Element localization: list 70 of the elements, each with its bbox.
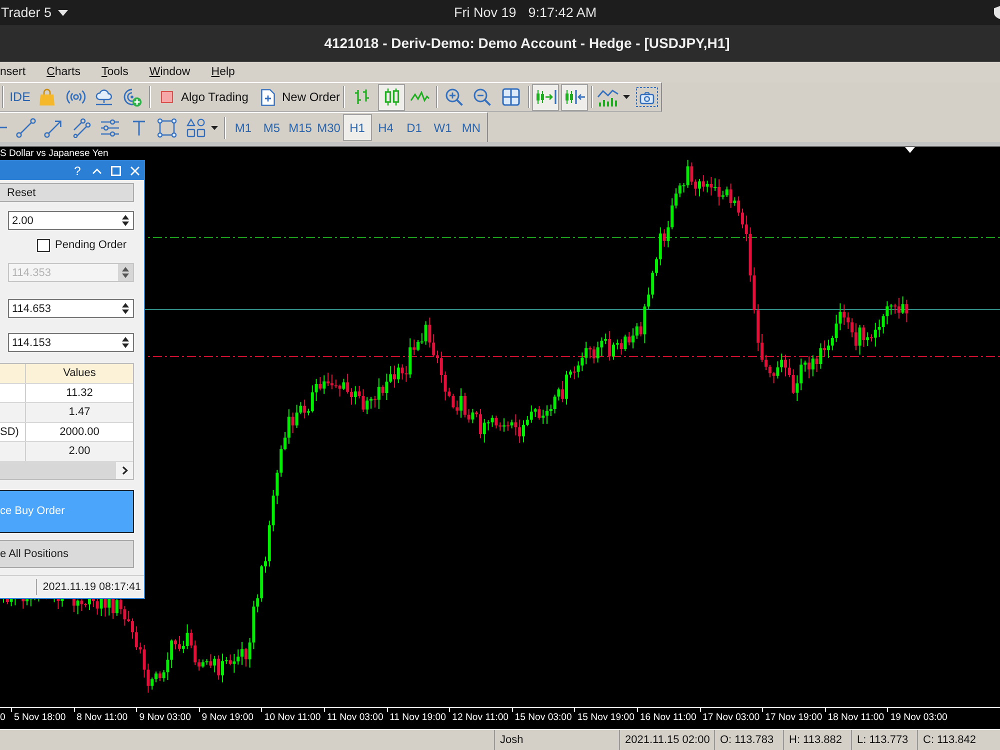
status-text: 2021.11.15 02:00	[625, 734, 710, 746]
axis-label: 16 Nov 11:00	[640, 712, 696, 724]
axis-label: 0	[0, 712, 6, 724]
timeframe-button[interactable]: D1	[400, 114, 428, 141]
cloud-icon[interactable]	[94, 88, 114, 106]
caret-icon[interactable]	[58, 10, 68, 16]
candles-arrow-left-icon	[564, 89, 586, 105]
axis-label: 11 Nov 03:00	[326, 712, 384, 724]
radar-plus-icon[interactable]	[122, 87, 142, 107]
axis-label: 18 Nov 11:00	[828, 712, 884, 724]
app-menu[interactable]: Trader 5	[1, 5, 52, 20]
axis-label: 9 Nov 03:00	[139, 712, 191, 724]
axis-label: 17 Nov 19:00	[765, 712, 822, 724]
menu-item[interactable]: Window	[149, 66, 190, 78]
trend-line-icon[interactable]	[16, 118, 36, 138]
status-text: Josh	[500, 734, 524, 746]
algo-trading-button[interactable]: Algo Trading	[156, 84, 246, 110]
caret-icon[interactable]	[211, 126, 218, 130]
new-order-button[interactable]: New Order	[256, 84, 338, 110]
document-plus-icon	[261, 88, 275, 106]
horizontal-line-icon[interactable]	[0, 126, 7, 129]
timeframe-button[interactable]: M30	[314, 114, 343, 141]
menu-item[interactable]: nsert	[0, 66, 26, 78]
timeframe-button[interactable]: H1	[343, 114, 372, 141]
menu-item[interactable]: Tools	[101, 66, 128, 78]
ide-button[interactable]: IDE	[6, 84, 34, 110]
ohlc-bars-icon	[353, 89, 371, 105]
menu-item[interactable]: Charts	[46, 66, 80, 78]
timeframe-button[interactable]: W1	[428, 114, 457, 141]
camera-icon[interactable]	[636, 87, 658, 107]
window-title: 4121018 - Deriv-Demo: Demo Account - Hedge - [USDJPY,H1]	[324, 35, 730, 51]
clock-time[interactable]: 9:17:42 AM	[528, 5, 597, 20]
menu-item[interactable]: Help	[211, 66, 235, 78]
axis-label: 19 Nov 03:00	[890, 712, 948, 724]
status-text: O: 113.783	[720, 734, 774, 746]
axis-label: 9 Nov 19:00	[202, 712, 254, 724]
timeframe-button[interactable]: M5	[258, 114, 286, 141]
signal-waves-icon[interactable]	[66, 90, 86, 104]
axis-label: 5 Nov 18:00	[14, 712, 66, 724]
shapes-icon[interactable]	[186, 118, 206, 138]
axis-label: 10 Nov 11:00	[264, 712, 321, 724]
timeframe-button[interactable]: M1	[229, 114, 258, 141]
shield-icon[interactable]	[994, 6, 1000, 19]
timeframe-button[interactable]: MN	[457, 114, 486, 141]
chart-shift-button[interactable]	[532, 84, 559, 110]
arrow-line-icon[interactable]	[44, 118, 64, 138]
rectangle-icon[interactable]	[157, 118, 177, 138]
parallel-lines-icon[interactable]	[72, 118, 92, 138]
axis-label: 15 Nov 19:00	[577, 712, 634, 724]
clock-date[interactable]: Fri Nov 19	[454, 5, 516, 20]
timeframe-button[interactable]: M15	[286, 114, 314, 141]
timeframe-button[interactable]: H4	[372, 114, 400, 141]
caret-icon[interactable]	[623, 95, 630, 99]
horizontal-levels-icon[interactable]	[100, 118, 120, 136]
axis-label: 15 Nov 03:00	[514, 712, 572, 724]
axis-label: 8 Nov 11:00	[76, 712, 128, 724]
status-text: L: 113.773	[857, 734, 908, 746]
status-text: C: 113.842	[923, 734, 976, 746]
grid-icon[interactable]	[502, 88, 520, 106]
axis-label: 17 Nov 03:00	[702, 712, 760, 724]
zoom-out-icon[interactable]	[473, 88, 491, 106]
status-text: H: 113.882	[789, 734, 842, 746]
line-chart-icon	[410, 91, 430, 103]
axis-label: 12 Nov 11:00	[452, 712, 509, 724]
auto-scroll-button[interactable]	[561, 84, 588, 110]
axis-label: 11 Nov 19:00	[390, 712, 446, 724]
text-tool-icon[interactable]	[132, 120, 146, 136]
chart-type-button[interactable]	[378, 84, 405, 110]
candles-arrow-right-icon	[534, 89, 556, 105]
zoom-in-icon[interactable]	[445, 88, 463, 106]
